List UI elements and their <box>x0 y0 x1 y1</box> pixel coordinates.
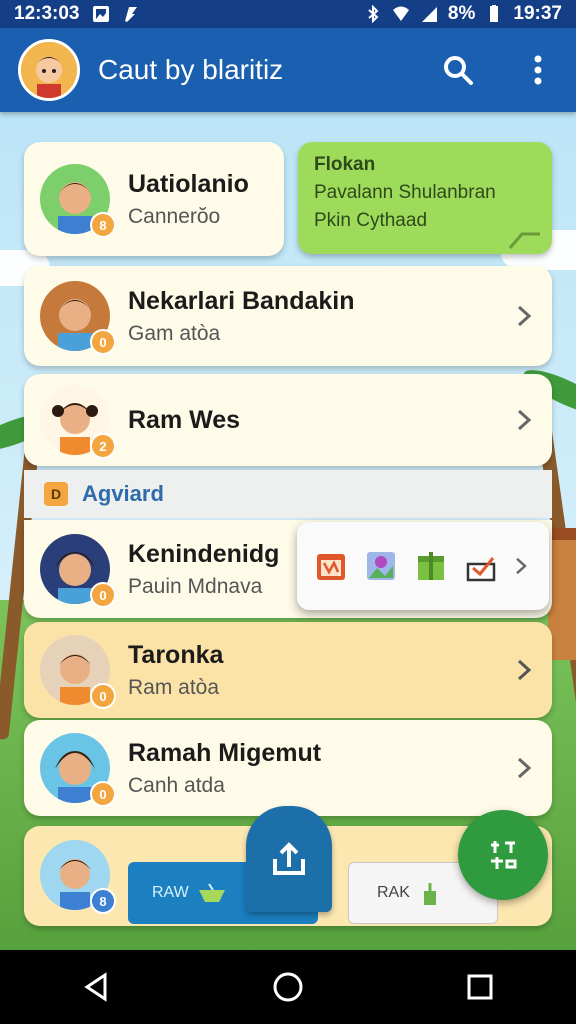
nav-back-icon <box>84 972 107 1002</box>
app-bar: Caut by blaritiz <box>0 28 576 112</box>
contact-list: 8 Uatiolanio Cannerŏo Flokan Pavalann Sh… <box>0 112 576 950</box>
highlight-line: Pkin Cythaad <box>314 210 428 231</box>
plant-icon <box>423 883 436 905</box>
highlight-line: Pavalann Shulanbran <box>314 182 496 203</box>
nav-home-icon <box>273 972 303 1002</box>
contact-name: Uatiolanio <box>128 169 249 198</box>
nav-back-button[interactable] <box>66 957 126 1017</box>
bluetooth-icon <box>368 5 379 23</box>
system-nav-bar <box>0 950 576 1024</box>
notification-icon <box>124 7 137 22</box>
chevron-right-icon <box>517 757 532 779</box>
battery-icon <box>490 5 499 22</box>
list-item[interactable]: 2 Ram Wes <box>24 374 552 466</box>
message-check-icon <box>466 557 496 582</box>
status-badge: 0 <box>90 582 116 608</box>
profile-avatar[interactable] <box>18 39 80 101</box>
avatar: 0 <box>40 281 116 355</box>
quick-actions-popup <box>297 522 549 610</box>
search-icon <box>444 56 473 85</box>
chevron-right-icon <box>517 659 532 681</box>
contact-name: Taronka <box>128 640 224 669</box>
chevron-right-icon <box>517 305 532 327</box>
bowl-icon <box>198 883 225 902</box>
highlight-card[interactable]: Flokan Pavalann Shulanbran Pkin Cythaad <box>298 142 552 254</box>
chevron-right-icon <box>516 557 527 575</box>
avatar: 0 <box>40 733 116 807</box>
status-time-right: 19:37 <box>513 3 562 24</box>
contact-subtitle: Pauin Mdnava <box>128 574 263 598</box>
share-icon <box>273 842 305 875</box>
nav-recents-button[interactable] <box>450 957 510 1017</box>
wifi-icon <box>392 6 409 21</box>
more-options-button[interactable] <box>518 50 558 90</box>
status-bar: 12:3:03 8% 19:37 <box>0 0 576 28</box>
photo-icon <box>367 552 395 580</box>
search-button[interactable] <box>438 50 478 90</box>
list-item[interactable]: 0 Taronka Ram atòa <box>24 622 552 718</box>
signal-icon <box>421 7 437 22</box>
gift-icon <box>418 552 444 580</box>
contact-subtitle: Gam atòa <box>128 321 221 345</box>
nav-recents-icon <box>467 974 493 1000</box>
photo-action-button[interactable] <box>363 548 399 584</box>
calendar-icon <box>317 554 345 580</box>
avatar: 0 <box>40 635 116 709</box>
contact-subtitle: Ram atòa <box>128 675 220 699</box>
status-badge: 2 <box>90 433 116 459</box>
status-badge: 8 <box>90 888 116 914</box>
chevron-right-icon <box>517 409 532 431</box>
list-item[interactable]: 0 Ramah Migemut Canh atda <box>24 720 552 816</box>
gift-action-button[interactable] <box>413 548 449 584</box>
section-header: D Agviard <box>24 470 552 518</box>
status-badge: 0 <box>90 683 116 709</box>
list-item[interactable]: 8 Uatiolanio Cannerŏo <box>24 142 284 256</box>
share-fab[interactable] <box>246 806 332 912</box>
tools-fab[interactable] <box>458 810 548 900</box>
tools-icon <box>491 841 517 869</box>
rak-action-label: RAK <box>377 884 410 901</box>
section-label: Agviard <box>82 481 164 506</box>
avatar: 2 <box>40 385 116 459</box>
contact-name: Ramah Migemut <box>128 738 322 767</box>
gallery-icon <box>92 6 109 22</box>
nav-home-button[interactable] <box>258 957 318 1017</box>
status-badge: 0 <box>90 781 116 807</box>
contact-subtitle: Cannerŏo <box>128 204 221 228</box>
status-time-left: 12:3:03 <box>14 3 80 24</box>
contact-name: Ram Wes <box>128 405 241 434</box>
calendar-action-button[interactable] <box>313 548 349 584</box>
battery-percent: 8% <box>447 3 476 24</box>
highlight-title: Flokan <box>314 154 376 175</box>
contact-name: Kenindenidg <box>128 539 280 568</box>
contact-subtitle: Canh atda <box>128 773 225 797</box>
status-badge: 8 <box>90 212 116 238</box>
status-badge: 0 <box>90 329 116 355</box>
speech-tail-icon <box>508 232 540 249</box>
contact-name: Nekarlari Bandakin <box>128 286 355 315</box>
raw-action-label: RAW <box>152 884 189 901</box>
more-vert-icon <box>534 55 542 85</box>
app-title: Caut by blaritiz <box>98 54 284 85</box>
avatar: 8 <box>40 164 116 238</box>
list-item[interactable]: 0 Nekarlari Bandakin Gam atòa <box>24 266 552 366</box>
child-avatar-icon <box>21 42 77 98</box>
section-badge: D <box>44 482 68 506</box>
message-action-button[interactable] <box>463 548 499 584</box>
avatar: 0 <box>40 534 116 608</box>
avatar: 8 <box>40 840 116 914</box>
